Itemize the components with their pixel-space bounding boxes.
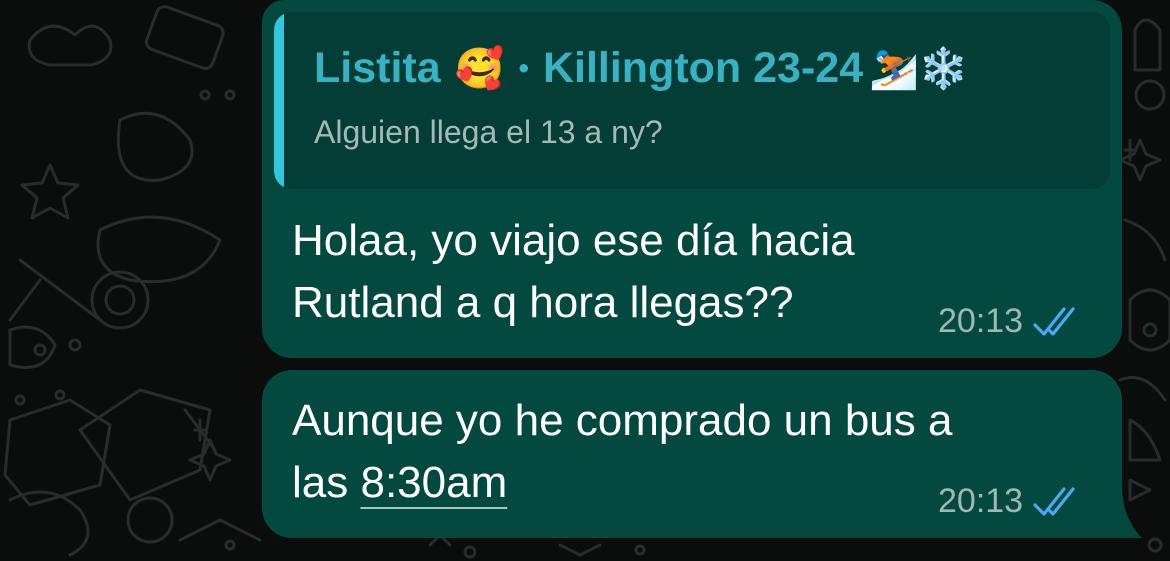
message-meta: 20:13 <box>938 302 1079 341</box>
smiling-hearts-emoji-icon: 🥰 <box>454 46 505 91</box>
message-time: 20:13 <box>938 482 1024 520</box>
message-line: Rutland a q hora llegas?? <box>292 278 794 327</box>
quoted-message[interactable]: Listita 🥰 • Killington 23-24 ⛷️❄️ Alguie… <box>274 12 1110 189</box>
quote-separator: • <box>518 51 529 85</box>
quote-sender-name: Listita <box>314 44 441 92</box>
quote-sender-line: Listita 🥰 • Killington 23-24 ⛷️❄️ <box>314 44 969 93</box>
quote-text: Alguien llega el 13 a ny? <box>314 114 663 150</box>
message-meta: 20:13 <box>938 482 1079 521</box>
message-text: Holaa, yo viajo ese día hacia Rutland a … <box>292 210 855 334</box>
time-link[interactable]: 8:30am <box>360 458 507 507</box>
message-time: 20:13 <box>938 302 1024 340</box>
skier-snowflake-emoji-icon: ⛷️❄️ <box>869 46 969 91</box>
double-check-icon <box>1033 306 1075 336</box>
message-text: Aunque yo he comprado un bus a las 8:30a… <box>292 390 952 514</box>
quote-group-name: Killington 23-24 <box>542 44 864 92</box>
message-line-prefix: las <box>292 458 361 507</box>
bubble-tail <box>1100 490 1142 538</box>
quote-accent-bar <box>274 12 284 189</box>
message-line: Aunque yo he comprado un bus a <box>292 396 953 445</box>
double-check-icon <box>1033 486 1075 516</box>
message-line: Holaa, yo viajo ese día hacia <box>292 216 855 265</box>
